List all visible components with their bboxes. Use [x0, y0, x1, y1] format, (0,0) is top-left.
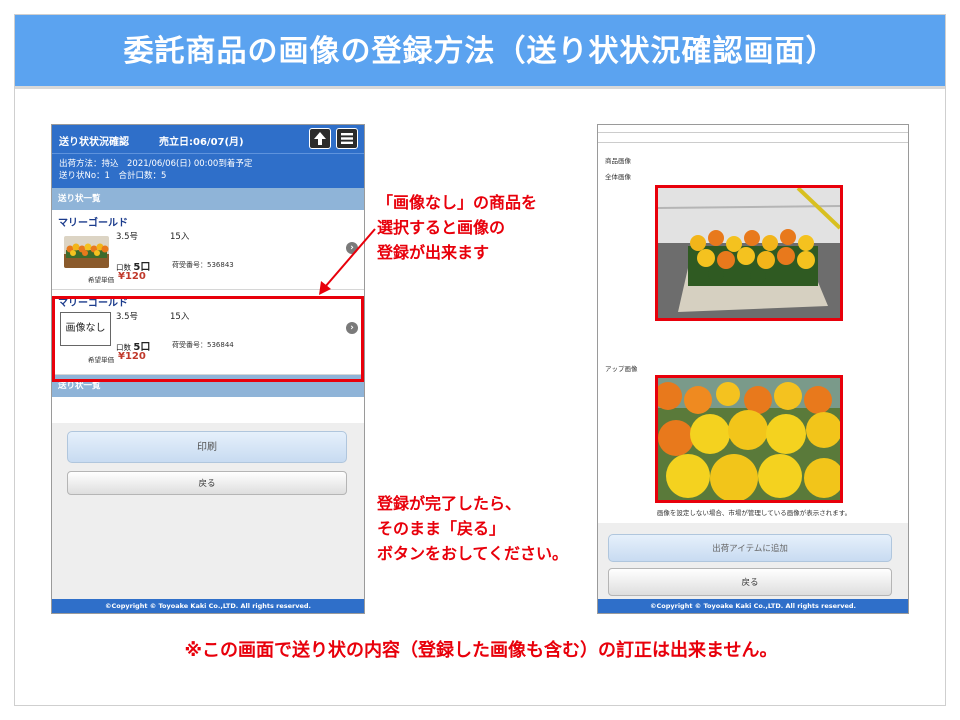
shipment-method-line: 出荷方法：持込 2021/06/06(日) 00:00到着予定: [59, 159, 253, 169]
pot-size: 3.5号: [116, 232, 139, 242]
receive-number: 荷受番号：536843: [172, 260, 234, 270]
item-name: マリーゴールド: [58, 218, 128, 229]
annotation-line: ボタンをおしてください。: [377, 544, 569, 563]
product-thumbnail: [64, 236, 109, 268]
highlight-box: [52, 296, 364, 382]
section-header: 送り状一覧: [52, 188, 364, 210]
bottom-note: ※この画面で送り状の内容（登録した画像も含む）の訂正は出来ません。: [184, 640, 778, 661]
receive-no: 536843: [207, 261, 234, 269]
shipment-info: 出荷方法：持込 2021/06/06(日) 00:00到着予定 送り状No：1 …: [52, 153, 364, 188]
product-image-label: 商品画像: [605, 157, 631, 165]
menu-icon[interactable]: [336, 128, 358, 149]
slide-title: 委託商品の画像の登録方法（送り状状況確認画面）: [15, 15, 945, 89]
full-image-label: 全体画像: [605, 173, 631, 181]
left-header: 送り状状況確認 売立日:06/07(月): [52, 125, 364, 153]
right-screen: 商品画像 全体画像 アップ画像 画像を設定しない場合、市場が管理している画像が表…: [597, 124, 909, 614]
price: ¥120: [118, 271, 146, 282]
slide: 委託商品の画像の登録方法（送り状状況確認画面） 送り状状況確認 売立日:06/0…: [14, 14, 946, 706]
full-image-photo[interactable]: [655, 185, 843, 321]
closeup-image-photo[interactable]: [655, 375, 843, 503]
footer-copyright: ©Copyright © Toyoake Kaki Co.,LTD. All r…: [52, 599, 364, 613]
screen-title: 送り状状況確認: [59, 137, 129, 148]
quantity: 15入: [170, 232, 190, 242]
annotation-line: 「画像なし」の商品を: [377, 193, 538, 212]
annotation-line: 登録が完了したら、: [377, 494, 522, 513]
annotation-select-no-image: 「画像なし」の商品を 選択すると画像の 登録が出来ます: [377, 190, 537, 265]
closeup-image-label: アップ画像: [605, 365, 638, 373]
annotation-line: 選択すると画像の: [377, 218, 506, 237]
scroll-top-edge: [598, 125, 908, 133]
invoice-no-line: 送り状No：1 合計口数：5: [59, 171, 167, 181]
image-note: 画像を設定しない場合、市場が管理している画像が表示されます。: [656, 509, 852, 517]
divider: [598, 137, 908, 143]
price-label: 希望単価: [88, 276, 114, 284]
sale-date: 売立日:06/07(月): [159, 137, 244, 148]
annotation-line: そのまま「戻る」: [377, 519, 506, 538]
add-to-shipment-button[interactable]: 出荷アイテムに追加: [608, 534, 892, 562]
back-button[interactable]: 戻る: [608, 568, 892, 596]
upload-icon[interactable]: [309, 128, 331, 149]
annotation-press-back: 登録が完了したら、 そのまま「戻る」 ボタンをおしてください。: [377, 491, 568, 566]
back-button[interactable]: 戻る: [67, 471, 347, 495]
receive-label: 荷受番号：: [172, 261, 207, 269]
annotation-line: 登録が出来ます: [377, 243, 490, 262]
arrow-icon: [319, 228, 376, 295]
print-button[interactable]: 印刷: [67, 431, 347, 463]
footer-copyright: ©Copyright © Toyoake Kaki Co.,LTD. All r…: [598, 599, 908, 613]
